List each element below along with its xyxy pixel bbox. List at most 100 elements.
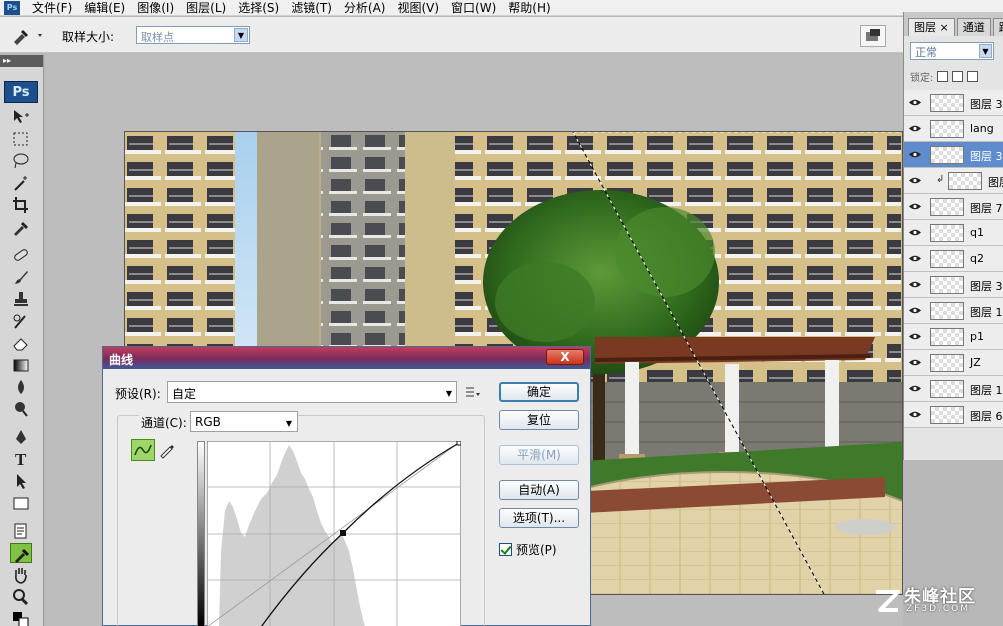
blend-mode-value: 正常: [915, 46, 937, 59]
checkbox-checked-icon[interactable]: [499, 542, 512, 556]
layer-row[interactable]: lang: [904, 116, 1003, 142]
eye-icon[interactable]: [909, 384, 921, 393]
close-button[interactable]: X: [546, 349, 584, 365]
lock-label: 锁定:: [910, 72, 934, 84]
eye-icon[interactable]: [909, 124, 921, 133]
curve-point-tool-icon[interactable]: [131, 439, 155, 461]
menu-view[interactable]: 视图(V): [391, 0, 445, 16]
auto-button[interactable]: 自动(A): [499, 480, 579, 500]
color-sampler-icon[interactable]: [10, 543, 32, 563]
eraser-icon[interactable]: [10, 333, 32, 353]
preset-options-icon[interactable]: [465, 385, 481, 399]
layer-row[interactable]: 图层 1: [904, 298, 1003, 324]
layer-row[interactable]: ↲ 图层: [904, 168, 1003, 194]
output-gradient-bar: [197, 441, 205, 626]
brush-icon[interactable]: [10, 267, 32, 287]
eyedropper-icon[interactable]: [10, 217, 32, 237]
history-brush-icon[interactable]: [10, 311, 32, 331]
layer-name: 图层: [988, 176, 1003, 189]
sample-size-select[interactable]: 取样点 ▼: [136, 26, 250, 44]
eye-icon[interactable]: [909, 358, 921, 367]
eye-icon[interactable]: [909, 306, 921, 315]
layer-thumbnail: [930, 146, 964, 164]
clone-stamp-icon[interactable]: [10, 289, 32, 309]
tab-paths[interactable]: 路: [992, 18, 1003, 36]
eye-icon[interactable]: [909, 150, 921, 159]
layer-name: JZ: [970, 356, 981, 369]
crop-icon[interactable]: [10, 195, 32, 215]
menu-layer[interactable]: 图层(L): [180, 0, 232, 16]
reset-button[interactable]: 复位: [499, 410, 579, 430]
color-swatches-icon[interactable]: [10, 609, 32, 626]
options-button[interactable]: 选项(T)...: [499, 508, 579, 528]
type-icon[interactable]: T: [10, 449, 32, 469]
tab-channels[interactable]: 通道: [956, 18, 991, 36]
menu-window[interactable]: 窗口(W): [445, 0, 502, 16]
channel-select[interactable]: RGB ▼: [190, 411, 298, 432]
eye-icon[interactable]: [909, 332, 921, 341]
eye-icon[interactable]: [909, 228, 921, 237]
menu-edit[interactable]: 编辑(E): [78, 0, 131, 16]
dialog-title-bar[interactable]: 曲线 X: [103, 347, 590, 369]
chevron-down-icon: ▼: [445, 389, 452, 398]
pen-icon[interactable]: [10, 427, 32, 447]
lock-row: 锁定:: [910, 68, 979, 84]
layer-row[interactable]: 图层 6: [904, 402, 1003, 428]
eye-icon[interactable]: [909, 410, 921, 419]
layer-row[interactable]: 图层 7: [904, 194, 1003, 220]
ok-button[interactable]: 确定: [499, 382, 579, 402]
menu-filter[interactable]: 滤镜(T): [285, 0, 338, 16]
layer-row[interactable]: q1: [904, 220, 1003, 246]
layer-name: lang: [970, 122, 994, 135]
workspace-icon[interactable]: [860, 25, 886, 47]
dodge-icon[interactable]: [10, 399, 32, 419]
eye-icon[interactable]: [909, 254, 921, 263]
menu-image[interactable]: 图像(I): [131, 0, 180, 16]
chevron-down-icon: ▼: [979, 44, 992, 58]
blend-mode-select[interactable]: 正常 ▼: [910, 42, 994, 60]
eye-icon[interactable]: [909, 98, 921, 107]
layer-thumbnail: [948, 172, 982, 190]
eye-icon[interactable]: [909, 202, 921, 211]
move-icon[interactable]: [10, 107, 32, 127]
layer-row[interactable]: 图层 3: [904, 90, 1003, 116]
tab-layers[interactable]: 图层 ×: [908, 18, 955, 36]
layer-row[interactable]: 图层 3: [904, 272, 1003, 298]
menu-select[interactable]: 选择(S): [232, 0, 285, 16]
lasso-icon[interactable]: [10, 151, 32, 171]
smooth-button[interactable]: 平滑(M): [499, 445, 579, 465]
eye-icon[interactable]: [909, 176, 921, 185]
notes-icon[interactable]: [10, 521, 32, 541]
eye-icon[interactable]: [909, 280, 921, 289]
layer-row[interactable]: p1: [904, 324, 1003, 350]
lock-transparency-icon[interactable]: [937, 70, 949, 82]
preset-select[interactable]: 自定 ▼: [167, 381, 457, 403]
blur-icon[interactable]: [10, 377, 32, 397]
curves-dialog: 曲线 X 预设(R): 自定 ▼ 通道(C): RGB ▼ 确定 复位 平滑(M…: [102, 346, 591, 626]
healing-brush-icon[interactable]: [10, 245, 32, 265]
layer-row[interactable]: JZ: [904, 350, 1003, 376]
curve-graph[interactable]: [207, 441, 461, 626]
menu-file[interactable]: 文件(F): [26, 0, 78, 16]
preview-checkbox[interactable]: 预览(P): [499, 541, 557, 557]
watermark: 朱峰社区 ZF3D.COM: [870, 582, 1000, 622]
lock-pixels-icon[interactable]: [952, 70, 964, 82]
layer-row[interactable]: q2: [904, 246, 1003, 272]
lock-position-icon[interactable]: [967, 70, 979, 82]
magic-wand-icon[interactable]: [10, 173, 32, 193]
toolbox: ▸▸ Ps T: [0, 55, 44, 626]
layer-row[interactable]: 图层 1: [904, 376, 1003, 402]
toolbox-header[interactable]: ▸▸: [0, 55, 43, 67]
layers-panel: 图层 × 通道 路 正常 ▼ 锁定: 图层 3 lang 图层 3 ↲ 图层图层 7 q1…: [903, 12, 1003, 460]
layer-row[interactable]: 图层 3: [904, 142, 1003, 168]
gradient-icon[interactable]: [10, 355, 32, 375]
pencil-icon[interactable]: [158, 441, 176, 459]
marquee-icon[interactable]: [10, 129, 32, 149]
path-select-icon[interactable]: [10, 471, 32, 491]
tool-preset-picker[interactable]: [8, 25, 48, 45]
hand-icon[interactable]: [10, 565, 32, 585]
menu-analysis[interactable]: 分析(A): [338, 0, 392, 16]
menu-help[interactable]: 帮助(H): [502, 0, 556, 16]
zoom-icon[interactable]: [10, 587, 32, 607]
shape-icon[interactable]: [10, 493, 32, 513]
